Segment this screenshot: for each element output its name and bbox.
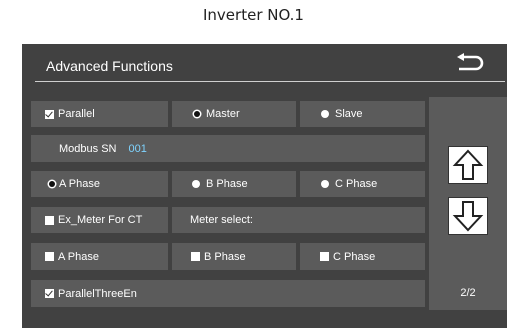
master-radio[interactable]: Master bbox=[172, 101, 296, 127]
checkbox-icon bbox=[45, 215, 54, 225]
checkbox-icon bbox=[191, 252, 200, 261]
back-button[interactable] bbox=[454, 52, 486, 76]
page-up-button[interactable] bbox=[448, 146, 488, 184]
b-phase-checkbox[interactable]: B Phase bbox=[172, 243, 296, 270]
checkbox-checked-icon bbox=[45, 289, 54, 298]
c-phase-checkbox[interactable]: C Phase bbox=[300, 243, 425, 270]
a-phase-radio[interactable]: A Phase bbox=[31, 171, 168, 197]
checkbox-icon bbox=[320, 252, 329, 261]
parallel-three-en-label: ParallelThreeEn bbox=[58, 287, 137, 300]
meter-select-label: Meter select: bbox=[190, 214, 253, 226]
slave-radio[interactable]: Slave bbox=[300, 101, 425, 127]
a-phase-label: A Phase bbox=[59, 178, 100, 190]
ex-meter-label: Ex_Meter For CT bbox=[58, 214, 143, 226]
b-phase-check-label: B Phase bbox=[204, 250, 246, 263]
page-caption: Inverter NO.1 bbox=[203, 6, 304, 24]
back-arrow-icon bbox=[457, 53, 484, 71]
parallel-checkbox[interactable]: Parallel bbox=[31, 101, 168, 127]
radio-icon bbox=[321, 180, 329, 188]
parallel-label: Parallel bbox=[58, 108, 95, 120]
c-phase-label: C Phase bbox=[335, 178, 378, 190]
ex-meter-checkbox[interactable]: Ex_Meter For CT bbox=[31, 207, 168, 233]
radio-selected-icon bbox=[49, 181, 55, 187]
slave-label: Slave bbox=[335, 108, 363, 120]
header-divider bbox=[35, 81, 505, 82]
modbus-sn-row[interactable]: Modbus SN 001 bbox=[31, 135, 425, 162]
b-phase-label: B Phase bbox=[206, 178, 248, 190]
advanced-functions-screen: Advanced Functions Parallel Master Slave… bbox=[22, 44, 507, 328]
checkbox-checked-icon bbox=[45, 109, 54, 119]
checkbox-icon bbox=[45, 252, 54, 261]
master-label: Master bbox=[206, 108, 240, 120]
screen-title: Advanced Functions bbox=[46, 58, 173, 74]
a-phase-checkbox[interactable]: A Phase bbox=[31, 243, 168, 270]
b-phase-radio[interactable]: B Phase bbox=[172, 171, 296, 197]
arrow-up-icon bbox=[452, 149, 484, 180]
page-down-button[interactable] bbox=[448, 197, 488, 235]
page-nav-panel: 2/2 bbox=[429, 97, 507, 310]
modbus-sn-value[interactable]: 001 bbox=[128, 143, 146, 155]
radio-selected-icon bbox=[194, 111, 200, 117]
meter-select-row: Meter select: bbox=[172, 207, 507, 233]
c-phase-radio[interactable]: C Phase bbox=[300, 171, 425, 197]
arrow-down-icon bbox=[452, 201, 484, 232]
radio-icon bbox=[192, 180, 200, 188]
a-phase-check-label: A Phase bbox=[58, 250, 99, 263]
page-indicator: 2/2 bbox=[460, 287, 476, 299]
c-phase-check-label: C Phase bbox=[333, 250, 376, 263]
parallel-three-en-checkbox[interactable]: ParallelThreeEn bbox=[31, 280, 425, 307]
modbus-sn-label: Modbus SN bbox=[59, 142, 117, 155]
radio-icon bbox=[321, 110, 329, 118]
